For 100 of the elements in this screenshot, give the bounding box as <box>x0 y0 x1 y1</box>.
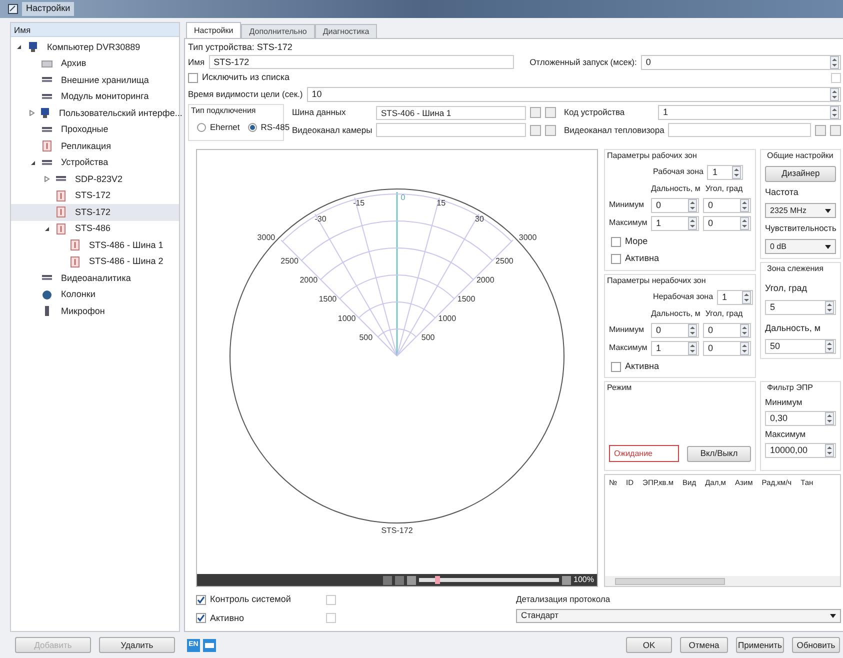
radar-caption: STS-172 <box>381 526 413 535</box>
column-label: Угол, град <box>705 182 743 195</box>
spin-field[interactable]: 0 <box>640 54 842 70</box>
range-label: 2500 <box>496 256 514 266</box>
protocol-dropdown[interactable]: Стандарт <box>516 608 842 623</box>
tree-item-label: STS-486 - Шина 1 <box>89 238 164 252</box>
tree-item-label: Микрофон <box>61 304 105 318</box>
spin-field[interactable]: 1 <box>651 340 699 356</box>
tree-item[interactable]: Микрофон <box>11 303 179 320</box>
thermal-channel-field[interactable] <box>668 123 812 137</box>
tree-header: Имя <box>11 23 179 37</box>
sensitivity-dropdown[interactable]: 0 dB <box>765 239 836 254</box>
tree-item[interactable]: STS-486 <box>11 220 179 237</box>
tab[interactable]: Диагностика <box>314 24 378 38</box>
radio-button[interactable] <box>248 122 257 132</box>
group-title: Параметры рабочих зон <box>606 150 698 162</box>
tree-item[interactable]: SDP-823V2 <box>11 171 179 188</box>
spin-arrows-icon[interactable] <box>688 324 697 337</box>
button[interactable]: Отмена <box>680 637 728 653</box>
collapse-arrow-icon[interactable] <box>30 160 36 166</box>
zoom-slider-thumb[interactable] <box>435 576 440 584</box>
range-label: 2500 <box>280 256 298 266</box>
spin-arrows-icon[interactable] <box>740 198 749 212</box>
tab[interactable]: Дополнительно <box>241 24 315 38</box>
column-label: Дальность, м <box>651 308 700 320</box>
tree-item[interactable]: Репликация <box>11 138 179 154</box>
tree-item[interactable]: STS-172 <box>11 204 179 220</box>
sensor-icon <box>41 140 53 152</box>
tab[interactable]: Настройки <box>186 22 242 38</box>
spin-arrows-icon[interactable] <box>825 412 834 425</box>
spin-arrows-icon[interactable] <box>825 300 834 314</box>
frequency-dropdown[interactable]: 2325 MHz <box>765 203 836 218</box>
angle-label: 0 <box>400 192 406 202</box>
spin-arrows-icon[interactable] <box>830 56 840 68</box>
spin-arrows-icon[interactable] <box>825 340 834 353</box>
expand-arrow-icon[interactable] <box>44 176 50 182</box>
collapse-arrow-icon[interactable] <box>44 226 50 232</box>
button[interactable]: Обновить <box>792 637 840 653</box>
spin-field[interactable]: 1 <box>707 164 744 180</box>
camera-channel-field[interactable] <box>376 123 526 137</box>
tree-item[interactable]: Устройства <box>11 154 179 171</box>
button[interactable]: Применить <box>736 637 784 653</box>
collapse-arrow-icon[interactable] <box>16 44 22 50</box>
designer-button[interactable]: Дизайнер <box>765 166 836 182</box>
spin-field[interactable]: 1 <box>651 216 699 231</box>
spin-arrows-icon[interactable] <box>740 324 749 337</box>
data-bus-field[interactable]: STS-406 - Шина 1 <box>376 106 526 120</box>
tree-item[interactable]: Архив <box>11 56 179 72</box>
spin-arrows-icon[interactable] <box>740 216 749 230</box>
tree-item[interactable]: Внешние хранилища <box>11 72 179 88</box>
checkbox[interactable] <box>196 594 206 605</box>
horizontal-scrollbar[interactable] <box>605 576 840 586</box>
spin-field[interactable]: 0 <box>703 216 751 231</box>
group-title: Зона слежения <box>766 263 824 275</box>
spin-field[interactable]: 50 <box>765 339 836 354</box>
spin-arrows-icon[interactable] <box>742 290 752 304</box>
checkbox[interactable] <box>188 73 198 83</box>
tree-item[interactable]: STS-486 - Шина 1 <box>11 237 179 254</box>
spin-arrows-icon[interactable] <box>830 88 840 100</box>
radio-button[interactable] <box>197 122 206 132</box>
name-field[interactable]: STS-172 <box>208 55 514 69</box>
spin-arrows-icon[interactable] <box>688 216 697 230</box>
spin-field[interactable]: 0 <box>651 322 699 338</box>
spin-field[interactable]: 0 <box>703 198 751 213</box>
spin-arrows-icon[interactable] <box>732 166 742 179</box>
spin-field[interactable]: 10000,00 <box>765 442 836 458</box>
column-label: Угол, град <box>705 308 743 320</box>
checkbox[interactable] <box>611 236 621 246</box>
tree-item[interactable]: STS-486 - Шина 2 <box>11 254 179 270</box>
tree-item[interactable]: Проходные <box>11 122 179 138</box>
spin-arrows-icon[interactable] <box>830 106 840 119</box>
toggle-button[interactable]: Вкл/Выкл <box>687 446 751 462</box>
checkbox[interactable] <box>196 613 206 624</box>
spin-field[interactable]: 0 <box>703 322 751 338</box>
spin-field[interactable]: 1 <box>717 290 754 305</box>
tree-item[interactable]: Компьютер DVR30889 <box>11 39 179 56</box>
checkbox[interactable] <box>611 254 621 264</box>
range-label: 500 <box>421 332 435 342</box>
expand-arrow-icon[interactable] <box>29 110 35 116</box>
spin-arrows-icon[interactable] <box>688 198 697 212</box>
spin-arrows-icon[interactable] <box>740 342 749 355</box>
spin-arrows-icon[interactable] <box>825 444 834 457</box>
button[interactable]: OK <box>626 637 672 653</box>
spin-field[interactable]: 1 <box>658 105 842 120</box>
spin-field[interactable]: 10 <box>306 86 842 102</box>
spin-field[interactable]: 0 <box>703 340 751 356</box>
tree-item[interactable]: Видеоаналитика <box>11 270 179 286</box>
spin-arrows-icon[interactable] <box>688 342 697 355</box>
spin-field[interactable]: 5 <box>765 300 836 314</box>
spin-field[interactable]: 0 <box>651 198 699 213</box>
spin-field[interactable]: 0,30 <box>765 411 836 426</box>
range-label: 1000 <box>438 314 456 323</box>
tree-item[interactable]: Модуль мониторинга <box>11 88 179 105</box>
keyboard-icon[interactable] <box>203 638 216 652</box>
zoom-slider-track[interactable] <box>418 578 559 582</box>
tree-item[interactable]: Колонки <box>11 286 179 303</box>
button[interactable]: Удалить <box>99 637 175 653</box>
tree-item[interactable]: STS-172 <box>11 188 179 204</box>
checkbox[interactable] <box>611 362 621 372</box>
field-label: Отложенный запуск (мсек): <box>530 56 637 68</box>
